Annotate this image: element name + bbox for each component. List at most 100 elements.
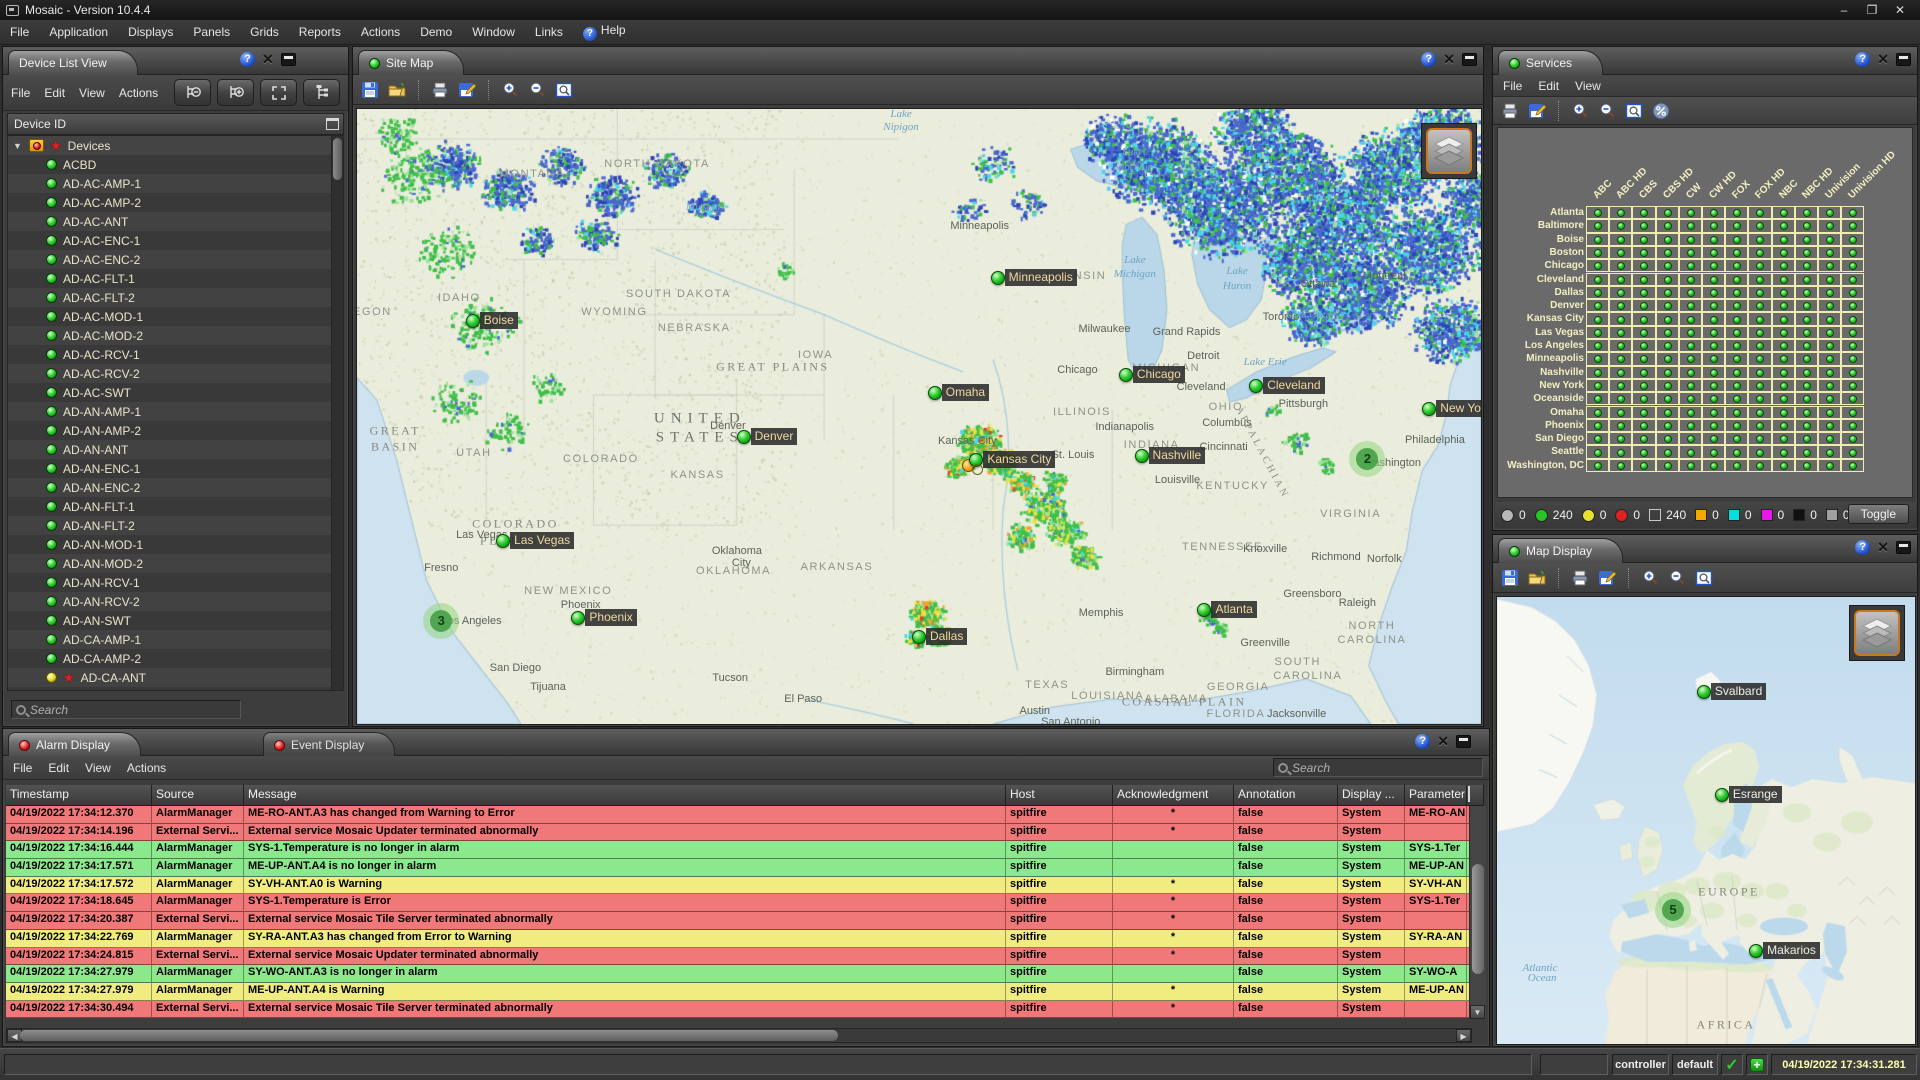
service-status-cell[interactable]: [1725, 406, 1748, 419]
service-status-cell[interactable]: [1632, 233, 1655, 246]
alarm-row[interactable]: 04/19/2022 17:34:17.571 AlarmManager ME-…: [6, 859, 1484, 877]
service-status-cell[interactable]: [1772, 366, 1795, 379]
zoom-in-icon[interactable]: [501, 81, 519, 99]
service-status-cell[interactable]: [1818, 233, 1841, 246]
service-status-cell[interactable]: [1656, 326, 1679, 339]
service-status-cell[interactable]: [1632, 352, 1655, 365]
service-status-cell[interactable]: [1748, 273, 1771, 286]
service-status-cell[interactable]: [1725, 432, 1748, 445]
device-tree-item[interactable]: ★ AD-CA-AMP-1: [8, 630, 331, 649]
service-status-cell[interactable]: [1609, 299, 1632, 312]
service-status-cell[interactable]: [1772, 233, 1795, 246]
print-icon[interactable]: [431, 81, 449, 99]
service-status-cell[interactable]: [1818, 406, 1841, 419]
close-icon[interactable]: ✕: [1443, 52, 1455, 67]
service-status-cell[interactable]: [1795, 233, 1818, 246]
service-status-cell[interactable]: [1702, 445, 1725, 458]
site-cluster-badge[interactable]: 5: [1655, 892, 1691, 928]
service-status-cell[interactable]: [1818, 299, 1841, 312]
service-status-cell[interactable]: [1656, 299, 1679, 312]
scrollbar-thumb[interactable]: [333, 138, 342, 180]
alarm-row[interactable]: 04/19/2022 17:34:17.572 AlarmManager SY-…: [6, 877, 1484, 895]
service-status-cell[interactable]: [1702, 366, 1725, 379]
service-status-cell[interactable]: [1609, 259, 1632, 272]
minimize-button[interactable]: –: [1830, 3, 1858, 17]
service-status-cell[interactable]: [1609, 246, 1632, 259]
panel-menu-item[interactable]: Edit: [44, 86, 65, 100]
service-status-cell[interactable]: [1748, 459, 1771, 472]
service-status-cell[interactable]: [1679, 366, 1702, 379]
service-status-cell[interactable]: [1632, 366, 1655, 379]
service-status-cell[interactable]: [1702, 432, 1725, 445]
service-status-cell[interactable]: [1841, 286, 1864, 299]
device-tree-item[interactable]: ★ AD-AC-AMP-1: [8, 174, 331, 193]
service-status-cell[interactable]: [1818, 312, 1841, 325]
menu-item[interactable]: File: [10, 25, 29, 39]
alarm-hscrollbar[interactable]: ◀ ▶: [6, 1028, 1472, 1043]
service-status-cell[interactable]: [1748, 299, 1771, 312]
service-status-cell[interactable]: [1609, 366, 1632, 379]
device-tree-item[interactable]: ★ AD-AN-MOD-1: [8, 535, 331, 554]
service-status-cell[interactable]: [1818, 339, 1841, 352]
service-status-cell[interactable]: [1609, 445, 1632, 458]
service-status-cell[interactable]: [1818, 432, 1841, 445]
column-config-icon[interactable]: [326, 118, 339, 130]
service-status-cell[interactable]: [1632, 259, 1655, 272]
device-tree-item[interactable]: ★ AD-AC-ENC-1: [8, 231, 331, 250]
service-status-cell[interactable]: [1586, 246, 1609, 259]
map-display-tab[interactable]: Map Display: [1498, 538, 1623, 563]
panel-menu-item[interactable]: Actions: [127, 761, 166, 775]
service-status-cell[interactable]: [1748, 379, 1771, 392]
service-status-cell[interactable]: [1725, 352, 1748, 365]
service-status-cell[interactable]: [1679, 286, 1702, 299]
service-status-cell[interactable]: [1772, 326, 1795, 339]
service-status-cell[interactable]: [1656, 273, 1679, 286]
service-status-cell[interactable]: [1632, 246, 1655, 259]
alarm-row[interactable]: 04/19/2022 17:34:20.387 External Servi..…: [6, 912, 1484, 930]
service-status-cell[interactable]: [1748, 246, 1771, 259]
service-status-cell[interactable]: [1586, 406, 1609, 419]
device-tree-item[interactable]: ★ AD-AN-MOD-2: [8, 554, 331, 573]
device-search[interactable]: [11, 700, 241, 719]
service-status-cell[interactable]: [1818, 286, 1841, 299]
services-matrix[interactable]: ABCABC HDCBSCBS HDCWCW HDFOXFOX HDNBCNBC…: [1497, 127, 1913, 498]
service-status-cell[interactable]: [1841, 273, 1864, 286]
status-add-indicator[interactable]: +: [1746, 1054, 1768, 1075]
menu-item[interactable]: Links: [535, 25, 563, 39]
device-tree-item[interactable]: ★ AD-CA-ANT: [8, 668, 331, 687]
service-status-cell[interactable]: [1748, 259, 1771, 272]
service-status-cell[interactable]: [1632, 445, 1655, 458]
minimize-panel-icon[interactable]: [1456, 735, 1471, 748]
service-status-cell[interactable]: [1772, 259, 1795, 272]
tree-view-button[interactable]: [303, 79, 340, 106]
service-status-cell[interactable]: [1841, 326, 1864, 339]
service-status-cell[interactable]: [1656, 246, 1679, 259]
service-status-cell[interactable]: [1609, 219, 1632, 232]
service-status-cell[interactable]: [1818, 219, 1841, 232]
service-status-cell[interactable]: [1725, 206, 1748, 219]
alarm-row[interactable]: 04/19/2022 17:34:14.196 External Servi..…: [6, 824, 1484, 842]
service-status-cell[interactable]: [1795, 366, 1818, 379]
service-status-cell[interactable]: [1748, 206, 1771, 219]
service-status-cell[interactable]: [1702, 233, 1725, 246]
service-status-cell[interactable]: [1656, 339, 1679, 352]
service-status-cell[interactable]: [1609, 432, 1632, 445]
alarm-row[interactable]: 04/19/2022 17:34:22.769 AlarmManager SY-…: [6, 930, 1484, 948]
service-status-cell[interactable]: [1841, 233, 1864, 246]
europe-map[interactable]: EUROPEAFRICAAtlanticOcean 5 Svalbard Esr…: [1496, 596, 1916, 1045]
service-status-cell[interactable]: [1656, 233, 1679, 246]
service-status-cell[interactable]: [1632, 459, 1655, 472]
service-status-cell[interactable]: [1632, 339, 1655, 352]
zoom-out-icon[interactable]: [1668, 569, 1686, 587]
service-status-cell[interactable]: [1702, 379, 1725, 392]
service-status-cell[interactable]: [1772, 379, 1795, 392]
service-status-cell[interactable]: [1795, 299, 1818, 312]
service-status-cell[interactable]: [1795, 392, 1818, 405]
panel-menu-item[interactable]: File: [1503, 79, 1522, 93]
help-icon[interactable]: ?: [1415, 734, 1430, 749]
device-tree-item[interactable]: ★ AD-AN-ENC-2: [8, 478, 331, 497]
service-status-cell[interactable]: [1632, 219, 1655, 232]
device-tree-item[interactable]: ★ AD-AC-RCV-1: [8, 345, 331, 364]
service-status-cell[interactable]: [1632, 312, 1655, 325]
service-status-cell[interactable]: [1586, 233, 1609, 246]
